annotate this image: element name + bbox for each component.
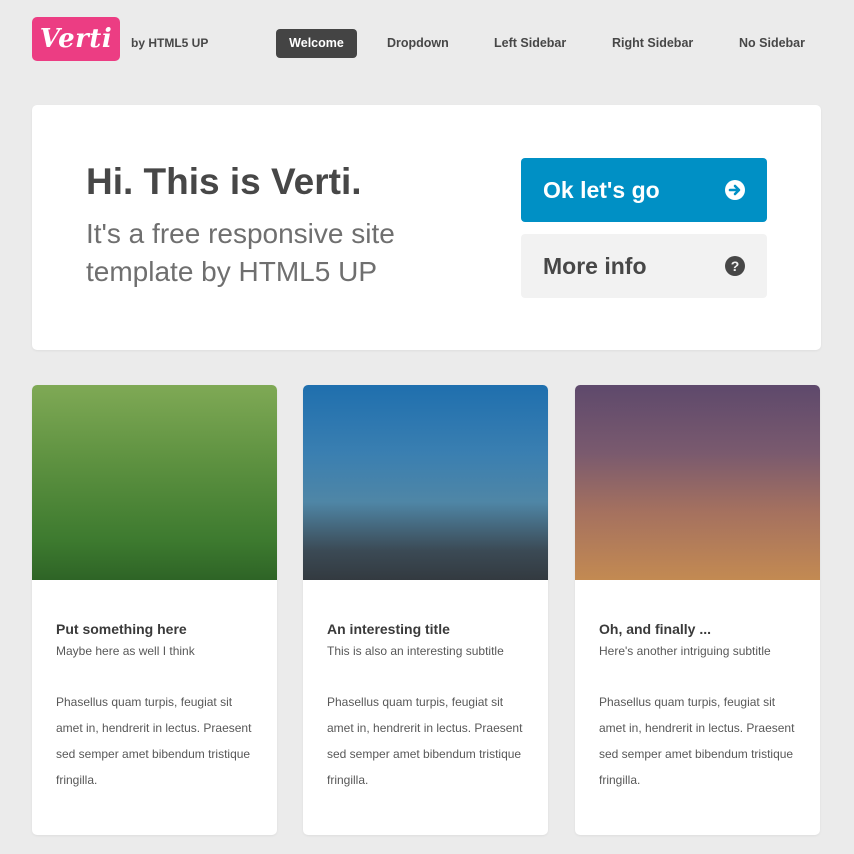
feature-card: Oh, and finally ... Here's another intri… <box>575 385 820 835</box>
banner-subtitle: It's a free responsive site template by … <box>86 218 395 287</box>
nav-item-welcome[interactable]: Welcome <box>276 29 357 58</box>
feature-text: Phasellus quam turpis, feugiat sit amet … <box>56 695 252 787</box>
logo-text: Verti <box>39 24 113 54</box>
feature-text: Phasellus quam turpis, feugiat sit amet … <box>327 695 523 787</box>
site-logo[interactable]: Verti <box>32 17 120 61</box>
feature-title: An interesting title <box>327 621 450 637</box>
nav-item-dropdown[interactable]: Dropdown <box>387 29 449 58</box>
ok-lets-go-button[interactable]: Ok let's go <box>521 158 767 222</box>
feature-image[interactable] <box>32 385 277 580</box>
feature-card: Put something here Maybe here as well I … <box>32 385 277 835</box>
nav-item-right-sidebar[interactable]: Right Sidebar <box>612 29 693 58</box>
arrow-circle-right-icon <box>725 180 745 200</box>
feature-image[interactable] <box>303 385 548 580</box>
feature-subtitle: Maybe here as well I think <box>56 644 195 658</box>
ok-lets-go-label: Ok let's go <box>543 176 660 203</box>
site-byline: by HTML5 UP <box>131 36 209 50</box>
nav-item-no-sidebar[interactable]: No Sidebar <box>739 29 805 58</box>
banner: Hi. This is Verti. It's a free responsiv… <box>32 105 821 350</box>
feature-title: Oh, and finally ... <box>599 621 712 637</box>
feature-subtitle: Here's another intriguing subtitle <box>599 644 771 658</box>
feature-card: An interesting title This is also an int… <box>303 385 548 835</box>
question-circle-icon: ? <box>725 256 745 276</box>
feature-subtitle: This is also an interesting subtitle <box>327 644 504 658</box>
more-info-label: More info <box>543 252 647 279</box>
nav-item-left-sidebar[interactable]: Left Sidebar <box>494 29 566 58</box>
feature-image[interactable] <box>575 385 820 580</box>
more-info-button[interactable]: More info ? <box>521 234 767 298</box>
feature-title: Put something here <box>56 621 187 637</box>
banner-title: Hi. This is Verti. <box>86 161 362 202</box>
svg-text:?: ? <box>731 258 740 274</box>
feature-text: Phasellus quam turpis, feugiat sit amet … <box>599 695 795 787</box>
